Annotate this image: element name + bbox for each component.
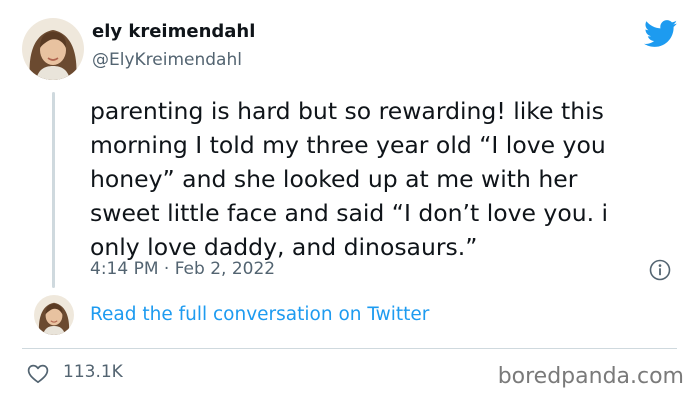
- like-count[interactable]: 113.1K: [63, 362, 123, 382]
- author-avatar[interactable]: [22, 18, 84, 80]
- conversation-avatar[interactable]: [34, 295, 74, 335]
- thread-connector-line: [52, 92, 55, 288]
- read-conversation-link[interactable]: Read the full conversation on Twitter: [90, 304, 429, 325]
- info-icon[interactable]: [649, 259, 671, 281]
- tweet-card: ely kreimendahl @ElyKreimendahl parentin…: [0, 0, 700, 400]
- heart-icon[interactable]: [27, 364, 49, 384]
- tweet-text-line: parenting is hard but so rewarding! like…: [90, 97, 604, 125]
- tweet-text-line: sweet little face and said “I don’t love…: [90, 199, 609, 227]
- twitter-bird-icon[interactable]: [644, 20, 678, 48]
- author-display-name[interactable]: ely kreimendahl: [92, 21, 255, 42]
- author-handle[interactable]: @ElyKreimendahl: [92, 50, 242, 70]
- tweet-text: parenting is hard but so rewarding! like…: [90, 94, 670, 264]
- divider: [22, 348, 677, 349]
- watermark: boredpanda.com: [497, 364, 684, 389]
- tweet-timestamp[interactable]: 4:14 PM · Feb 2, 2022: [90, 259, 275, 279]
- tweet-text-line: honey” and she looked up at me with her: [90, 165, 578, 193]
- tweet-text-line: morning I told my three year old “I love…: [90, 131, 606, 159]
